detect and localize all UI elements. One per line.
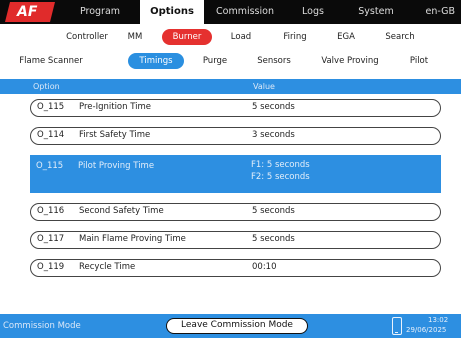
tab-options[interactable]: Options <box>140 0 204 24</box>
option-name: Pre-Ignition Time <box>79 102 152 112</box>
tab-search[interactable]: Search <box>380 28 420 46</box>
option-code: O_116 <box>37 206 65 216</box>
tab-pilot[interactable]: Pilot <box>402 52 436 70</box>
option-value-f2: F2: 5 seconds <box>251 172 310 182</box>
top-nav-bar: AF Program Options Commission Logs Syste… <box>0 0 461 24</box>
option-value: 5 seconds <box>252 102 295 112</box>
table-header: Option Value <box>0 79 461 94</box>
option-name: Pilot Proving Time <box>78 161 155 171</box>
burner-subtabs: Flame Scanner Timings Purge Sensors Valv… <box>0 52 461 72</box>
option-code: O_115 <box>36 161 64 171</box>
tab-system[interactable]: System <box>346 0 406 24</box>
tab-timings[interactable]: Timings <box>128 53 184 69</box>
option-name: Main Flame Proving Time <box>79 234 186 244</box>
tab-commission[interactable]: Commission <box>208 0 282 24</box>
tab-firing[interactable]: Firing <box>274 28 316 46</box>
tab-flame-scanner[interactable]: Flame Scanner <box>14 52 88 70</box>
leave-commission-button[interactable]: Leave Commission Mode <box>166 318 308 334</box>
option-name: Recycle Time <box>79 262 136 272</box>
table-row[interactable]: O_116 Second Safety Time 5 seconds <box>30 203 441 221</box>
tab-purge[interactable]: Purge <box>196 52 234 70</box>
table-row[interactable]: O_119 Recycle Time 00:10 <box>30 259 441 277</box>
option-value: 5 seconds <box>252 234 295 244</box>
tab-program[interactable]: Program <box>60 0 140 24</box>
option-code: O_114 <box>37 130 65 140</box>
tab-burner[interactable]: Burner <box>162 29 212 45</box>
mode-label: Commission Mode <box>3 321 81 331</box>
option-code: O_119 <box>37 262 65 272</box>
option-code: O_115 <box>37 102 65 112</box>
status-bar: Commission Mode Leave Commission Mode 13… <box>0 314 461 338</box>
header-option: Option <box>33 82 60 91</box>
language-selector[interactable]: en-GB <box>425 0 455 24</box>
device-icon <box>392 317 402 335</box>
option-value: 00:10 <box>252 262 277 272</box>
tab-ega[interactable]: EGA <box>330 28 362 46</box>
brand-logo: AF <box>5 2 55 22</box>
tab-load[interactable]: Load <box>222 28 260 46</box>
clock-date: 29/06/2025 <box>406 326 447 334</box>
tab-sensors[interactable]: Sensors <box>250 52 298 70</box>
options-subtabs: Controller MM Burner Load Firing EGA Sea… <box>0 28 461 48</box>
header-value: Value <box>253 82 275 91</box>
table-row-selected[interactable]: O_115 Pilot Proving Time F1: 5 seconds F… <box>30 155 441 193</box>
tab-controller[interactable]: Controller <box>58 28 116 46</box>
option-value: 3 seconds <box>252 130 295 140</box>
tab-logs[interactable]: Logs <box>288 0 338 24</box>
option-value-f1: F1: 5 seconds <box>251 160 310 170</box>
clock-time: 13:02 <box>428 316 449 324</box>
tab-valve-proving[interactable]: Valve Proving <box>314 52 386 70</box>
option-value: 5 seconds <box>252 206 295 216</box>
table-row[interactable]: O_115 Pre-Ignition Time 5 seconds <box>30 99 441 117</box>
option-name: Second Safety Time <box>79 206 164 216</box>
table-row[interactable]: O_117 Main Flame Proving Time 5 seconds <box>30 231 441 249</box>
table-row[interactable]: O_114 First Safety Time 3 seconds <box>30 127 441 145</box>
tab-mm[interactable]: MM <box>120 28 150 46</box>
option-code: O_117 <box>37 234 65 244</box>
option-name: First Safety Time <box>79 130 151 140</box>
